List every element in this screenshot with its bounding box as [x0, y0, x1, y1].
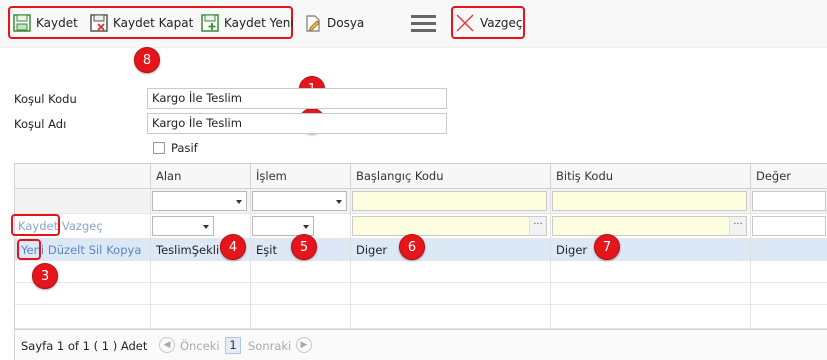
annotation-badge-7: 7 [594, 234, 620, 260]
chevron-down-icon [336, 200, 342, 204]
cell-baslangic: Diger [356, 243, 388, 257]
filter-deger-input[interactable] [752, 191, 826, 211]
row-delete-link[interactable]: Sil [89, 243, 103, 257]
save-close-label: Kaydet Kapat [113, 16, 194, 30]
file-button[interactable]: Dosya [303, 8, 364, 38]
save-button[interactable]: Kaydet [12, 8, 78, 38]
condition-name-label: Koşul Adı [14, 117, 67, 131]
condition-code-input[interactable]: Kargo İle Teslim [147, 88, 447, 109]
hamburger-menu-icon[interactable] [411, 15, 436, 32]
save-new-label: Kaydet Yeni [224, 16, 294, 30]
edit-islem-select[interactable] [252, 216, 314, 236]
annotation-badge-6: 6 [399, 234, 425, 260]
pager: Sayfa 1 of 1 ( 1 ) Adet ◀ Önceki 1 Sonra… [15, 329, 827, 360]
grid-line [750, 189, 751, 329]
next-page-label[interactable]: Sonraki [248, 339, 291, 353]
filter-islem-select[interactable] [252, 191, 347, 211]
chevron-down-icon [236, 200, 242, 204]
save-new-icon [201, 14, 219, 32]
save-icon [13, 14, 31, 32]
filter-alan-select[interactable] [152, 191, 247, 211]
cell-bitis: Diger [556, 243, 588, 257]
edit-save-highlight [11, 214, 60, 236]
filter-row [15, 189, 827, 214]
file-label: Dosya [327, 16, 365, 30]
column-header-islem[interactable]: İşlem [250, 164, 350, 189]
save-close-icon [90, 14, 108, 32]
row-edit-link[interactable]: Düzelt [48, 243, 85, 257]
cell-islem: Eşit [256, 243, 277, 257]
row-copy-link[interactable]: Kopya [106, 243, 141, 257]
cancel-label: Vazgeç [480, 16, 523, 30]
conditions-grid: Alan İşlem Başlangıç Kodu Bitiş Kodu Değ… [11, 163, 827, 360]
empty-row [15, 283, 827, 305]
edit-row: Kaydet Vazgeç ··· ··· [11, 214, 827, 239]
column-header-baslangic-kodu[interactable]: Başlangıç Kodu [350, 164, 550, 189]
next-page-button[interactable]: ▶ [296, 337, 312, 353]
edit-alan-select[interactable] [152, 216, 214, 236]
grid-header: Alan İşlem Başlangıç Kodu Bitiş Kodu Değ… [15, 164, 827, 189]
filter-bitis-input[interactable] [552, 191, 747, 211]
column-header-alan[interactable]: Alan [150, 164, 250, 189]
save-label: Kaydet [36, 16, 78, 30]
grid-line [350, 189, 351, 329]
toolbar: Kaydet Kaydet Kapat Kaydet Yeni Dosya Va… [0, 0, 827, 48]
annotation-badge-5: 5 [291, 234, 317, 260]
condition-code-label: Koşul Kodu [14, 92, 77, 106]
chevron-down-icon [203, 225, 209, 229]
chevron-down-icon [303, 225, 309, 229]
annotation-badge-3: 3 [32, 263, 58, 289]
grid-line [550, 189, 551, 329]
prev-page-button[interactable]: ◀ [159, 337, 175, 353]
passive-label: Pasif [171, 141, 198, 155]
edit-deger-input[interactable] [752, 216, 826, 236]
prev-page-label[interactable]: Önceki [180, 339, 220, 353]
cancel-button[interactable]: Vazgeç [454, 8, 523, 38]
empty-row [15, 305, 827, 329]
column-header-bitis-kodu[interactable]: Bitiş Kodu [550, 164, 750, 189]
empty-row [15, 261, 827, 283]
current-page[interactable]: 1 [225, 337, 241, 354]
save-new-button[interactable]: Kaydet Yeni [200, 8, 294, 38]
edit-cancel-link[interactable]: Vazgeç [62, 219, 103, 233]
close-icon [456, 14, 474, 32]
condition-name-input[interactable]: Kargo İle Teslim [147, 113, 447, 134]
cell-alan: TeslimŞekli [156, 243, 220, 257]
row-new-highlight [17, 239, 41, 260]
ellipsis-icon[interactable]: ··· [529, 217, 546, 235]
grid-line [250, 189, 251, 329]
file-edit-icon [306, 15, 320, 32]
annotation-badge-4: 4 [220, 234, 246, 260]
grid-line [150, 189, 151, 329]
passive-checkbox[interactable] [153, 142, 165, 154]
annotation-badge-8: 8 [134, 47, 160, 73]
save-close-button[interactable]: Kaydet Kapat [89, 8, 193, 38]
column-header-deger[interactable]: Değer [750, 164, 827, 189]
pager-summary: Sayfa 1 of 1 ( 1 ) Adet [21, 339, 148, 353]
ellipsis-icon[interactable]: ··· [729, 217, 746, 235]
edit-bitis-input[interactable]: ··· [552, 216, 747, 236]
edit-baslangic-input[interactable]: ··· [352, 216, 547, 236]
filter-baslangic-input[interactable] [352, 191, 547, 211]
